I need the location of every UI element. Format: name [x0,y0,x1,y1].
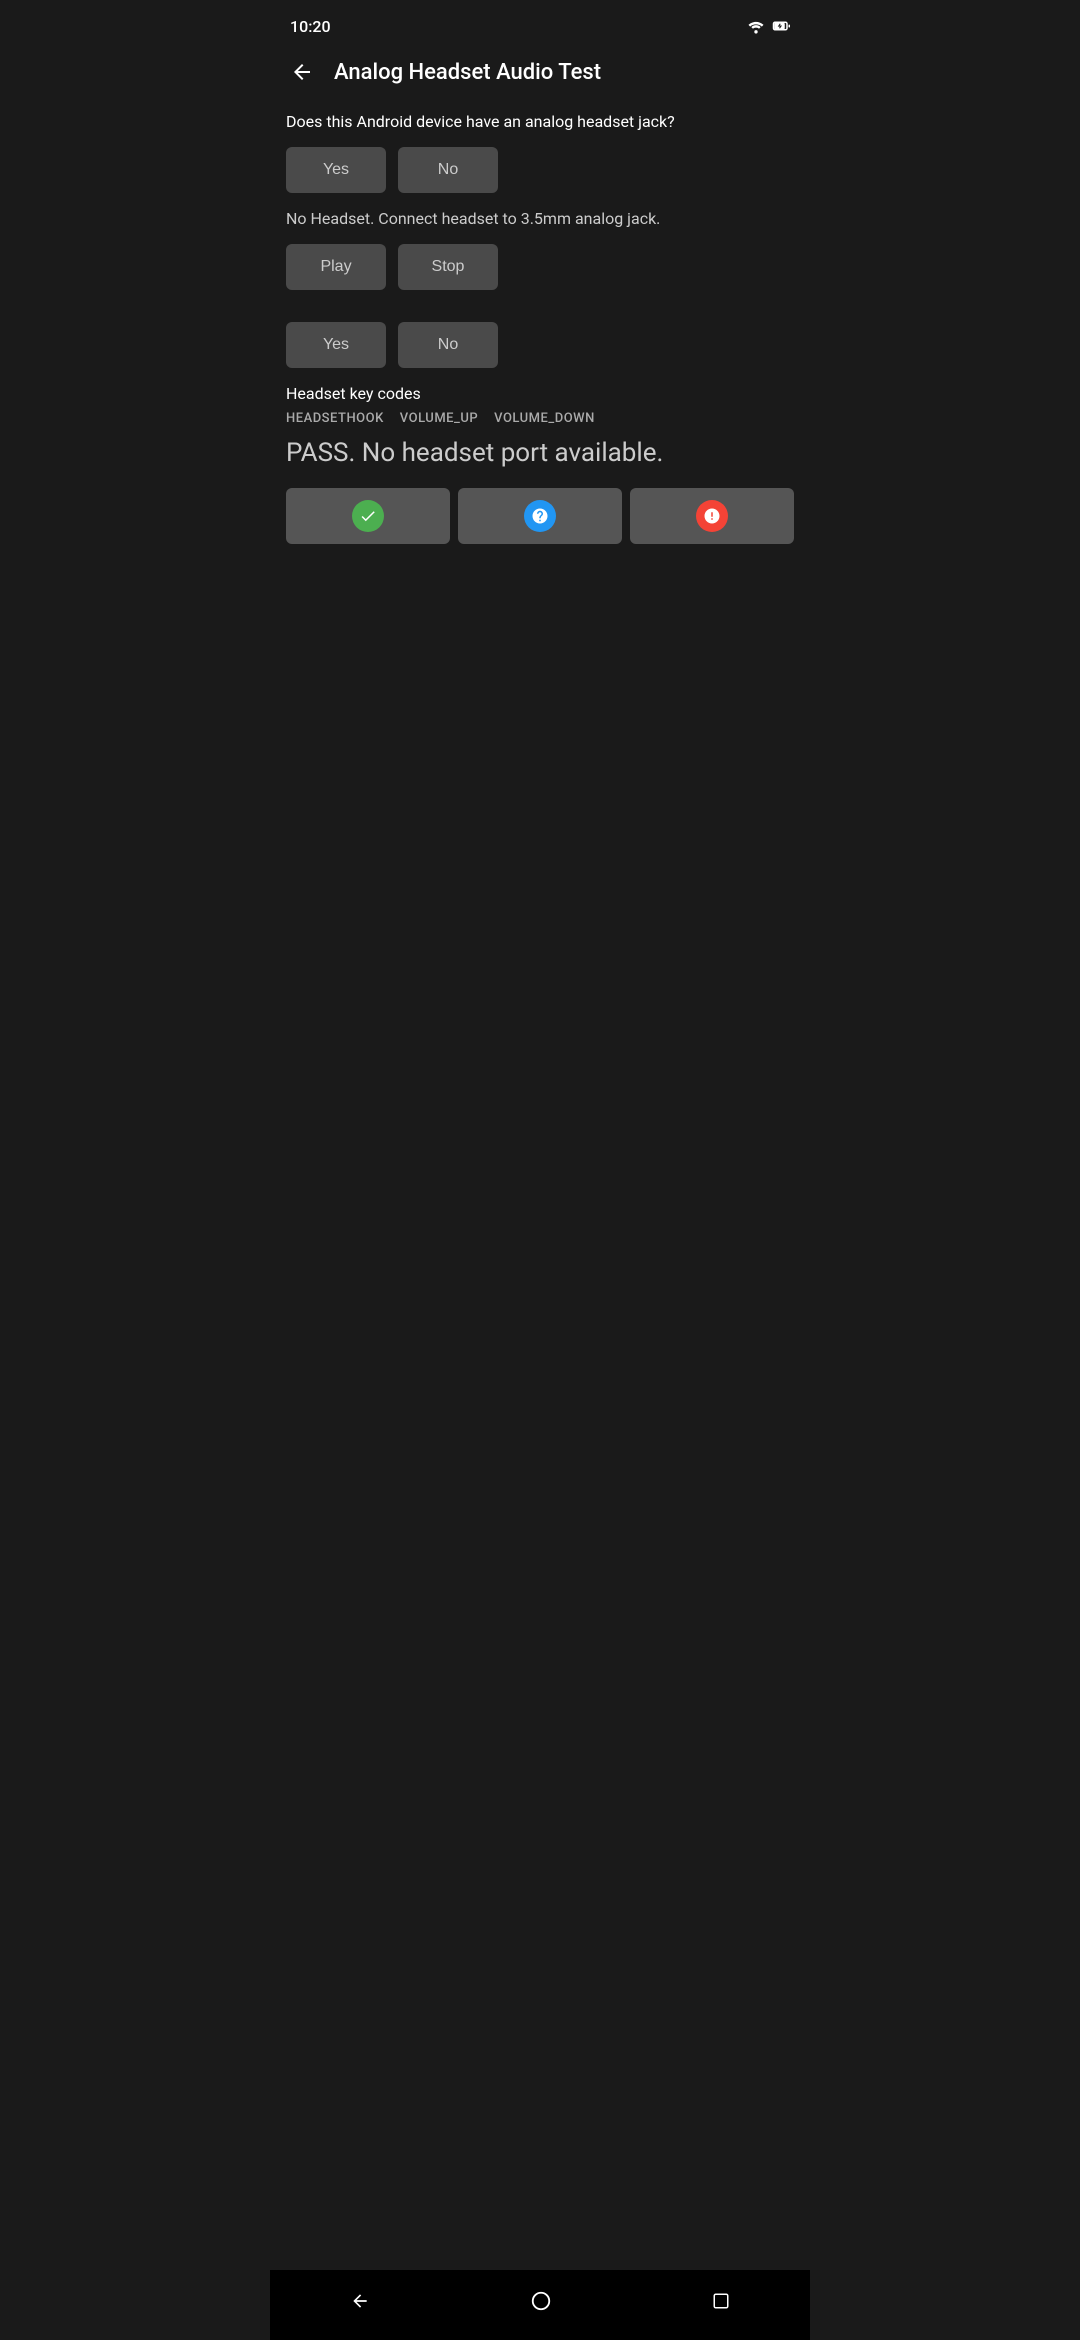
key-codes-row: HEADSETHOOK VOLUME_UP VOLUME_DOWN [286,411,794,426]
nav-home-button[interactable] [506,2282,576,2320]
content: Does this Android device have an analog … [270,104,810,1421]
status-bar: 10:20 [270,0,810,48]
key-code-volume-up: VOLUME_UP [400,411,478,426]
action-buttons-row [286,488,794,544]
nav-home-icon [530,2290,552,2312]
spacer [270,1421,810,2270]
key-code-headsethook: HEADSETHOOK [286,411,384,426]
page-title: Analog Headset Audio Test [334,60,601,85]
nav-back-icon [350,2291,370,2311]
status-time: 10:20 [290,17,331,36]
checkmark-icon [359,507,377,525]
wifi-icon [746,18,766,34]
play-button[interactable]: Play [286,244,386,290]
header: Analog Headset Audio Test [270,48,810,104]
answer-yes-button[interactable]: Yes [286,322,386,368]
info-icon [524,500,556,532]
nav-recents-icon [712,2292,730,2310]
stop-button[interactable]: Stop [398,244,498,290]
play-stop-button-row: Play Stop [286,244,794,290]
pass-icon [352,500,384,532]
back-button[interactable] [286,56,318,88]
answer-button-row: Yes No [286,322,794,368]
headset-jack-question: Does this Android device have an analog … [286,112,794,131]
answer-no-button[interactable]: No [398,322,498,368]
key-codes-label: Headset key codes [286,384,794,403]
section-divider [286,306,794,322]
headset-jack-yes-button[interactable]: Yes [286,147,386,193]
status-icons [746,17,790,35]
nav-back-button[interactable] [326,2283,394,2319]
nav-recents-button[interactable] [688,2284,754,2318]
fail-icon [696,500,728,532]
exclamation-icon [703,507,721,525]
headset-jack-button-row: Yes No [286,147,794,193]
question-icon [531,507,549,525]
battery-icon [772,17,790,35]
nav-bar [270,2270,810,2340]
result-text: PASS. No headset port available. [286,438,794,468]
headset-jack-no-button[interactable]: No [398,147,498,193]
fail-action-button[interactable] [630,488,794,544]
key-code-volume-down: VOLUME_DOWN [494,411,595,426]
back-arrow-icon [290,60,314,84]
headset-instruction: No Headset. Connect headset to 3.5mm ana… [286,209,794,228]
info-action-button[interactable] [458,488,622,544]
pass-action-button[interactable] [286,488,450,544]
